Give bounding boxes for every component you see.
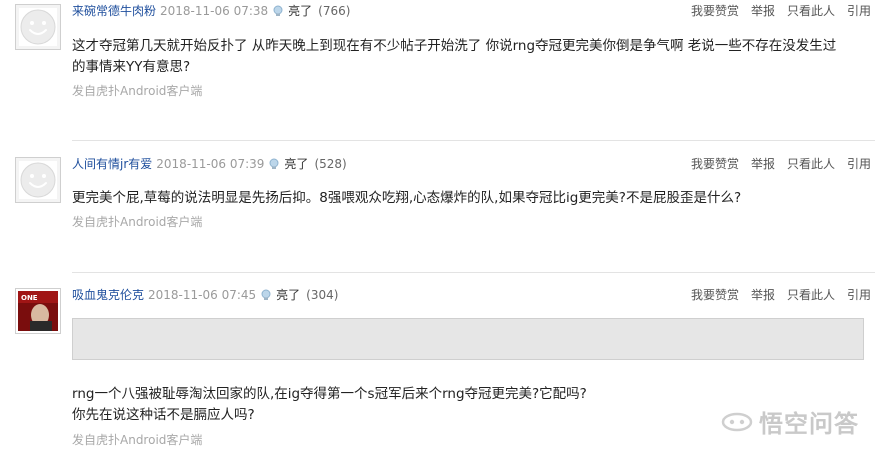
only-this-user-button[interactable]: 只看此人 — [787, 157, 835, 171]
post-date: 2018-11-06 07:38 — [160, 3, 269, 18]
light-count: (304) — [306, 287, 339, 302]
username-link[interactable]: 来碗常德牛肉粉 — [72, 2, 156, 19]
quote-button[interactable]: 引用 — [847, 288, 871, 302]
wukong-logo-icon — [721, 412, 753, 431]
post-text-line: rng一个八强被耻辱淘汰回家的队,在ig夺得第一个s冠军后来个rng夺冠更完美?… — [72, 386, 587, 402]
reward-button[interactable]: 我要赞赏 — [691, 4, 739, 18]
post-body: 更完美个屁,草莓的说法明显是先扬后抑。8强喂观众吃翔,心态爆炸的队,如果夺冠比i… — [72, 188, 862, 209]
light-count: (766) — [318, 3, 351, 18]
light-button[interactable]: 亮了 — [276, 286, 300, 303]
post-meta: 来碗常德牛肉粉 2018-11-06 07:38 亮了 (766) — [72, 2, 350, 19]
post-source: 发自虎扑Android客户端 — [72, 215, 203, 229]
svg-text:ONE: ONE — [21, 294, 38, 302]
post-source: 发自虎扑Android客户端 — [72, 433, 203, 447]
light-button[interactable]: 亮了 — [288, 2, 312, 19]
quote-button[interactable]: 引用 — [847, 157, 871, 171]
post-actions: 我要赞赏 举报 只看此人 引用 — [691, 155, 871, 172]
avatar[interactable]: ONE — [15, 288, 61, 334]
avatar[interactable] — [15, 4, 61, 50]
post-source: 发自虎扑Android客户端 — [72, 84, 203, 98]
watermark: 悟空问答 — [721, 404, 859, 439]
report-button[interactable]: 举报 — [751, 4, 775, 18]
divider — [72, 140, 875, 141]
post-meta: 吸血鬼克伦克 2018-11-06 07:45 亮了 (304) — [72, 286, 338, 303]
post-actions: 我要赞赏 举报 只看此人 引用 — [691, 2, 871, 19]
post-actions: 我要赞赏 举报 只看此人 引用 — [691, 286, 871, 303]
username-link[interactable]: 人间有情jr有爱 — [72, 155, 152, 172]
post-text-line: 的事情来YY有意思? — [72, 59, 191, 75]
post-date: 2018-11-06 07:39 — [156, 156, 265, 171]
post-body: 这才夺冠第几天就开始反扑了 从昨天晚上到现在有不少帖子开始洗了 你说rng夺冠更… — [72, 36, 862, 78]
post-meta: 人间有情jr有爱 2018-11-06 07:39 亮了 (528) — [72, 155, 347, 172]
post-text-line: 这才夺冠第几天就开始反扑了 从昨天晚上到现在有不少帖子开始洗了 你说rng夺冠更… — [72, 38, 837, 54]
reward-button[interactable]: 我要赞赏 — [691, 157, 739, 171]
lightbulb-icon[interactable] — [272, 5, 284, 17]
lightbulb-icon[interactable] — [268, 158, 280, 170]
avatar[interactable] — [15, 157, 61, 203]
default-avatar-icon — [19, 8, 57, 46]
default-avatar-icon — [19, 161, 57, 199]
post-date: 2018-11-06 07:45 — [148, 287, 257, 302]
report-button[interactable]: 举报 — [751, 288, 775, 302]
quoted-content-box[interactable] — [72, 318, 864, 360]
light-count: (528) — [314, 156, 347, 171]
only-this-user-button[interactable]: 只看此人 — [787, 4, 835, 18]
lightbulb-icon[interactable] — [260, 289, 272, 301]
only-this-user-button[interactable]: 只看此人 — [787, 288, 835, 302]
username-link[interactable]: 吸血鬼克伦克 — [72, 286, 144, 303]
light-button[interactable]: 亮了 — [284, 155, 308, 172]
divider — [72, 272, 875, 273]
user-avatar-image: ONE — [18, 291, 58, 331]
reward-button[interactable]: 我要赞赏 — [691, 288, 739, 302]
post-text-line: 更完美个屁,草莓的说法明显是先扬后抑。8强喂观众吃翔,心态爆炸的队,如果夺冠比i… — [72, 190, 742, 206]
quote-button[interactable]: 引用 — [847, 4, 871, 18]
watermark-text: 悟空问答 — [759, 410, 859, 438]
report-button[interactable]: 举报 — [751, 157, 775, 171]
